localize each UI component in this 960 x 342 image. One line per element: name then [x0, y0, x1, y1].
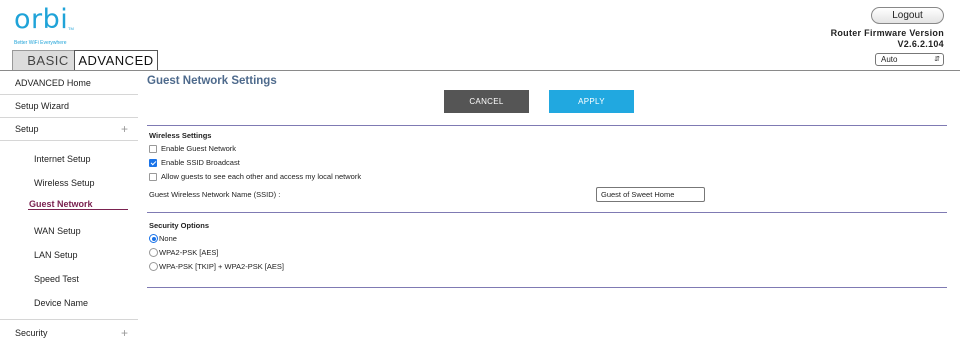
- sidebar-item-lan-setup[interactable]: LAN Setup: [34, 250, 78, 260]
- tab-divider: [0, 70, 960, 71]
- sidebar-item-device-name[interactable]: Device Name: [34, 298, 88, 308]
- checkbox-label: Allow guests to see each other and acces…: [161, 172, 362, 181]
- sidebar-item-speed-test[interactable]: Speed Test: [34, 274, 79, 284]
- allow-guests-local-access-checkbox[interactable]: [149, 173, 157, 181]
- ssid-label: Guest Wireless Network Name (SSID) :: [149, 190, 281, 199]
- active-item-underline: [28, 209, 128, 210]
- radio-label: None: [159, 234, 177, 243]
- logo-tagline: Better WiFi Everywhere: [14, 40, 67, 46]
- orbi-logo: orbi TM Better WiFi Everywhere: [14, 4, 104, 48]
- radio-label: WPA2-PSK [AES]: [159, 248, 219, 257]
- radio-label: WPA-PSK [TKIP] + WPA2-PSK [AES]: [159, 262, 284, 271]
- apply-button[interactable]: APPLY: [549, 90, 634, 113]
- checkbox-label: Enable Guest Network: [161, 144, 237, 153]
- firmware-label: Router Firmware Version: [830, 28, 944, 38]
- sidebar-item-security[interactable]: Security: [15, 328, 48, 338]
- ssid-input[interactable]: [596, 187, 705, 202]
- sidebar-divider: [0, 94, 138, 95]
- section-divider: [147, 287, 947, 288]
- language-select[interactable]: Auto ⇵: [875, 53, 944, 66]
- security-options-heading: Security Options: [149, 221, 210, 230]
- checkbox-label: Enable SSID Broadcast: [161, 158, 240, 167]
- sidebar-item-advanced-home[interactable]: ADVANCED Home: [15, 78, 91, 88]
- expand-plus-icon[interactable]: +: [121, 123, 128, 135]
- sidebar-item-setup[interactable]: Setup: [15, 124, 39, 134]
- security-wpa2-radio[interactable]: [149, 248, 158, 257]
- expand-plus-icon[interactable]: +: [121, 327, 128, 339]
- sidebar-item-guest-network[interactable]: Guest Network: [29, 199, 93, 209]
- page-title: Guest Network Settings: [147, 75, 277, 87]
- sidebar-item-wan-setup[interactable]: WAN Setup: [34, 226, 81, 236]
- sidebar-divider: [0, 117, 138, 118]
- enable-guest-network-checkbox[interactable]: [149, 145, 157, 153]
- language-selected-value: Auto: [881, 55, 898, 64]
- tab-advanced[interactable]: ADVANCED: [74, 50, 158, 70]
- sidebar-item-internet-setup[interactable]: Internet Setup: [34, 154, 91, 164]
- logo-wordmark: orbi: [14, 4, 69, 35]
- sidebar-item-wireless-setup[interactable]: Wireless Setup: [34, 178, 95, 188]
- sidebar-divider: [0, 140, 138, 141]
- section-divider: [147, 212, 947, 213]
- section-divider: [147, 125, 947, 126]
- cancel-button[interactable]: CANCEL: [444, 90, 529, 113]
- logout-button[interactable]: Logout: [871, 7, 944, 24]
- select-arrows-icon: ⇵: [934, 56, 940, 63]
- sidebar-divider: [0, 319, 138, 320]
- sidebar-item-setup-wizard[interactable]: Setup Wizard: [15, 101, 69, 111]
- security-wpa-wpa2-radio[interactable]: [149, 262, 158, 271]
- logo-trademark: TM: [68, 26, 74, 31]
- wireless-settings-heading: Wireless Settings: [149, 131, 212, 140]
- security-none-radio[interactable]: [149, 234, 158, 243]
- firmware-version: V2.6.2.104: [897, 39, 944, 49]
- enable-ssid-broadcast-checkbox[interactable]: [149, 159, 157, 167]
